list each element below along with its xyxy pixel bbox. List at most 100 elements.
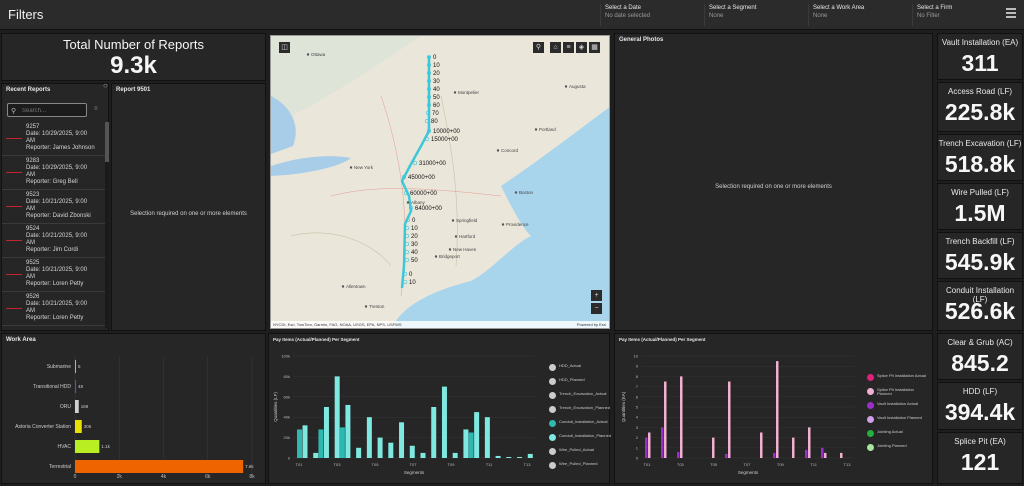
scrollbar-thumb[interactable] bbox=[105, 122, 109, 162]
bar[interactable] bbox=[339, 427, 345, 458]
bar[interactable] bbox=[517, 456, 523, 458]
bar[interactable] bbox=[452, 452, 458, 458]
bar[interactable] bbox=[313, 452, 319, 458]
bar[interactable] bbox=[495, 455, 501, 458]
bar[interactable] bbox=[648, 432, 651, 459]
legend-item[interactable]: Splice Pit Installation Actual bbox=[867, 374, 929, 388]
x-tick-label: T05 bbox=[372, 462, 380, 467]
bar[interactable] bbox=[474, 412, 480, 458]
bar[interactable] bbox=[664, 381, 667, 459]
bar[interactable] bbox=[680, 376, 683, 458]
legend-item[interactable]: Trench_Excavation_Actual bbox=[549, 392, 606, 406]
pay-items-ea-legend: Splice Pit Installation Actual Splice Pit… bbox=[867, 374, 929, 458]
search-options-icon[interactable]: ≡ bbox=[94, 106, 98, 112]
bar[interactable] bbox=[388, 442, 394, 458]
legend-item[interactable]: HDD_Actual bbox=[549, 364, 605, 378]
bar[interactable] bbox=[821, 447, 824, 458]
date-filter[interactable]: Select a Date No date selected bbox=[600, 4, 704, 26]
home-icon[interactable]: ⌂ bbox=[550, 42, 561, 53]
legend-item[interactable]: Conduit_Installation_Actual bbox=[549, 420, 607, 434]
bar[interactable] bbox=[792, 437, 795, 458]
list-item[interactable]: 9525 Date: 10/21/2025, 9:00 AM Reporter: Lo… bbox=[2, 258, 105, 292]
map-widget-icon[interactable]: ◫ bbox=[279, 42, 290, 53]
bar[interactable] bbox=[334, 376, 340, 458]
bar[interactable] bbox=[420, 452, 426, 458]
bar[interactable] bbox=[776, 361, 779, 458]
zoom-out-button[interactable]: − bbox=[591, 303, 602, 314]
bar[interactable] bbox=[645, 437, 648, 458]
globe-icon[interactable]: ○ bbox=[103, 81, 108, 90]
bar[interactable] bbox=[297, 429, 302, 458]
bar[interactable] bbox=[75, 360, 76, 373]
bar[interactable] bbox=[484, 417, 490, 458]
bar[interactable] bbox=[506, 456, 512, 458]
bar[interactable] bbox=[824, 452, 827, 458]
report-list-scrollbar[interactable] bbox=[105, 122, 109, 328]
bar[interactable] bbox=[377, 437, 383, 458]
search-box[interactable]: ⚲ bbox=[7, 103, 87, 117]
search-input[interactable] bbox=[22, 106, 84, 115]
legend-item[interactable]: Vault Installation Planned bbox=[867, 416, 929, 430]
total-reports-panel: Total Number of Reports 9.3k bbox=[1, 33, 266, 81]
bar[interactable] bbox=[677, 451, 680, 458]
list-item[interactable]: 9524 Date: 10/21/2025, 9:00 AM Reporter: Ji… bbox=[2, 224, 105, 258]
map-place-label: Trenton bbox=[369, 304, 385, 309]
legend-item[interactable]: Jointing Planned bbox=[867, 444, 929, 458]
legend-item[interactable]: Jointing Actual bbox=[867, 430, 929, 444]
segment-filter[interactable]: Select a Segment None bbox=[704, 4, 808, 26]
legend-item[interactable]: Trench_Excavation_Planned bbox=[549, 406, 610, 420]
bar[interactable] bbox=[356, 447, 362, 458]
bar[interactable] bbox=[760, 432, 763, 459]
bar[interactable] bbox=[323, 407, 329, 458]
map-canvas[interactable]: Montpelier Augusta Portland Concord Albany Sp… bbox=[271, 36, 610, 329]
bar[interactable] bbox=[527, 453, 533, 458]
bar[interactable] bbox=[808, 427, 811, 458]
map-search-icon[interactable]: ⚲ bbox=[533, 42, 544, 53]
list-icon[interactable]: ≡ bbox=[563, 42, 574, 53]
bar[interactable] bbox=[431, 407, 437, 458]
bar[interactable] bbox=[805, 449, 808, 458]
bar[interactable] bbox=[75, 400, 79, 413]
zoom-in-button[interactable]: + bbox=[591, 290, 602, 301]
list-item[interactable]: 9257 Date: 10/29/2025, 9:00 AM Reporter: Ja… bbox=[2, 122, 105, 156]
kpi-value: 1.5M bbox=[954, 200, 1006, 226]
list-item[interactable]: 9526 Date: 10/21/2025, 9:00 AM Reporter: Lo… bbox=[2, 292, 105, 326]
bar[interactable] bbox=[318, 429, 324, 458]
bar[interactable] bbox=[463, 429, 469, 458]
bar[interactable] bbox=[409, 445, 415, 458]
general-photos-panel: General Photos Selection required on one… bbox=[614, 33, 933, 331]
basemap-icon[interactable]: ▦ bbox=[589, 42, 600, 53]
bar[interactable] bbox=[712, 437, 715, 458]
bar[interactable] bbox=[345, 404, 351, 458]
list-item[interactable]: 9283 Date: 10/29/2025, 9:00 AM Reporter: Gr… bbox=[2, 156, 105, 190]
legend-item[interactable]: Wire_Pulled_Actual bbox=[549, 448, 605, 462]
bar[interactable] bbox=[399, 422, 405, 458]
bar[interactable] bbox=[441, 386, 447, 458]
bar[interactable] bbox=[773, 452, 776, 458]
hamburger-menu-icon[interactable] bbox=[1006, 8, 1016, 20]
bar[interactable] bbox=[468, 432, 474, 459]
bar[interactable] bbox=[75, 440, 100, 453]
bar[interactable] bbox=[75, 380, 77, 393]
bar[interactable] bbox=[366, 417, 372, 458]
bar[interactable] bbox=[725, 453, 728, 458]
list-item[interactable]: 9523 Date: 10/21/2025, 9:00 AM Reporter: Da… bbox=[2, 190, 105, 224]
kpi-trench-backfill: Trench Backfill (LF) 545.9k bbox=[937, 232, 1023, 279]
legend-swatch bbox=[867, 374, 874, 381]
legend-item[interactable]: Splice Pit Installation Planned bbox=[867, 388, 929, 402]
legend-item[interactable]: HDD_Planned bbox=[549, 378, 605, 392]
legend-item[interactable]: Conduit_Installation_Planned bbox=[549, 434, 611, 448]
legend-item[interactable]: Wire_Pulled_Planned bbox=[549, 462, 605, 476]
legend-item[interactable]: Vault Installation Actual bbox=[867, 402, 929, 416]
bar[interactable] bbox=[75, 460, 244, 473]
kpi-hdd: HDD (LF) 394.4k bbox=[937, 382, 1023, 430]
bar[interactable] bbox=[661, 427, 664, 458]
bar[interactable] bbox=[75, 420, 82, 433]
firm-filter[interactable]: Select a Firm No Filter bbox=[912, 4, 1002, 26]
bar[interactable] bbox=[302, 425, 308, 458]
work-area-filter[interactable]: Select a Work Area None bbox=[808, 4, 912, 26]
bar[interactable] bbox=[840, 452, 843, 458]
layers-icon[interactable]: ◈ bbox=[576, 42, 587, 53]
bar[interactable] bbox=[728, 381, 731, 459]
map-view[interactable]: Montpelier Augusta Portland Concord Albany Sp… bbox=[270, 35, 610, 329]
